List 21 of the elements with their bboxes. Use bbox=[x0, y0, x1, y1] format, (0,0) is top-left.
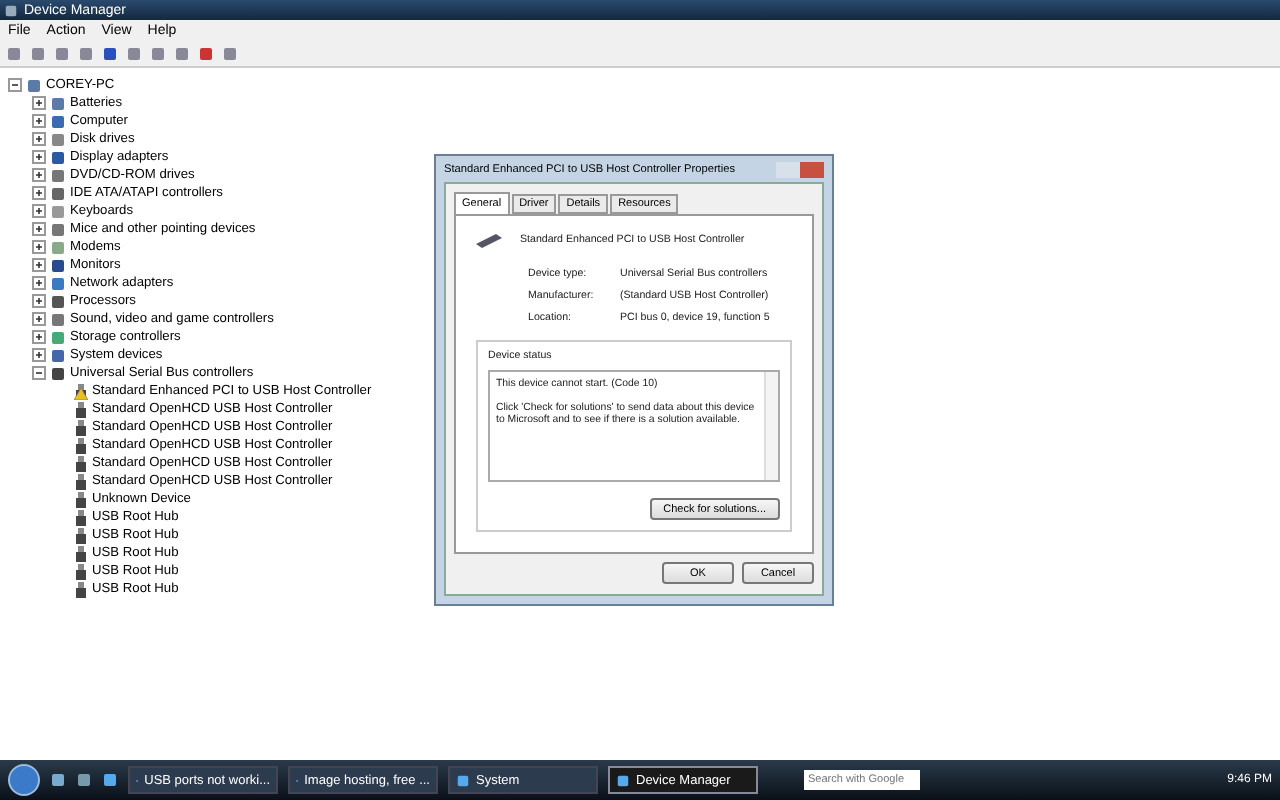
expander-icon[interactable] bbox=[32, 96, 46, 110]
start-orb-icon[interactable] bbox=[8, 764, 40, 796]
expander-icon[interactable] bbox=[32, 330, 46, 344]
expander-icon[interactable] bbox=[32, 366, 46, 380]
usb-plug-icon bbox=[476, 232, 504, 248]
expander-icon[interactable] bbox=[32, 150, 46, 164]
expander-icon[interactable] bbox=[32, 348, 46, 362]
expander-icon[interactable] bbox=[32, 204, 46, 218]
expander-icon[interactable] bbox=[32, 240, 46, 254]
expander-icon[interactable] bbox=[8, 78, 22, 92]
expander-icon[interactable] bbox=[32, 294, 46, 308]
expander-icon[interactable] bbox=[32, 114, 46, 128]
expander-icon[interactable] bbox=[32, 276, 46, 290]
expander-icon[interactable] bbox=[32, 312, 46, 326]
expander-icon[interactable] bbox=[32, 186, 46, 200]
expander-icon[interactable] bbox=[32, 258, 46, 272]
expander-icon[interactable] bbox=[32, 222, 46, 236]
expander-icon[interactable] bbox=[32, 132, 46, 146]
expander-icon[interactable] bbox=[32, 168, 46, 182]
warning-usb-icon bbox=[74, 383, 88, 399]
scrollbar[interactable] bbox=[764, 372, 778, 480]
